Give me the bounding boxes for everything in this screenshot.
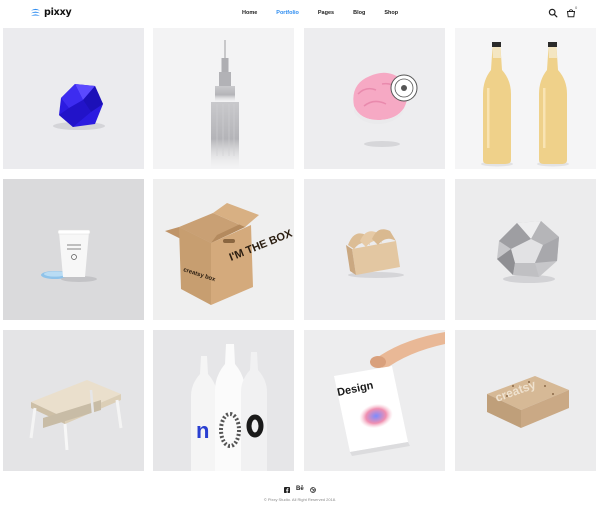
polyhedron-image [3,28,144,169]
copyright-text: © Pixxy Studio. All Right Reserved 2018. [263,497,337,502]
portfolio-item-white-bottles[interactable]: n [153,330,294,471]
bottle-mark-blue: n [196,418,209,443]
crumpled-paper-image [455,179,596,320]
facebook-icon[interactable] [284,486,290,493]
box-image: I'M THE BOX creatsy box [153,179,294,320]
portfolio-item-crumpled-paper[interactable] [455,179,596,320]
portfolio-item-polyhedron[interactable] [3,28,144,169]
table-image [3,330,144,471]
design-poster-image: Design [304,330,445,471]
cup-image [3,179,144,320]
kraft-box-image: creatsy [455,330,596,471]
portfolio-item-cup[interactable] [3,179,144,320]
white-bottles-image: n [153,330,294,471]
logo-text: pixxy [44,7,72,18]
header-actions: 0 [548,5,578,18]
portfolio-item-bottles[interactable] [455,28,596,169]
portfolio-item-skyscraper[interactable] [153,28,294,169]
behance-icon[interactable]: Bē [296,486,304,493]
portfolio-item-table[interactable] [3,330,144,471]
nav-blog[interactable]: Blog [353,10,365,16]
portfolio-item-kraft-box[interactable]: creatsy [455,330,596,471]
nav-shop[interactable]: Shop [384,10,398,16]
portfolio-item-box[interactable]: I'M THE BOX creatsy box [153,179,294,320]
portfolio-item-wood-stand[interactable] [304,179,445,320]
nav-portfolio[interactable]: Portfolio [276,10,299,16]
search-icon[interactable] [548,8,558,18]
skyscraper-image [153,28,294,169]
logo-icon [30,8,41,17]
bottles-image [455,28,596,169]
cart-button[interactable]: 0 [566,5,578,18]
dribbble-icon[interactable] [309,486,316,493]
cart-count: 0 [575,5,578,10]
social-links: Bē [284,486,322,493]
logo[interactable]: pixxy [30,7,72,18]
portfolio-item-design-poster[interactable]: Design [304,330,445,471]
main-nav: Home Portfolio Pages Blog Shop [242,10,417,16]
ice-cream-image [304,28,445,169]
wood-stand-image [304,179,445,320]
portfolio-item-ice-cream[interactable] [304,28,445,169]
nav-pages[interactable]: Pages [318,10,334,16]
site-header: pixxy Home Portfolio Pages Blog Shop 0 [0,0,600,28]
nav-home[interactable]: Home [242,10,257,16]
